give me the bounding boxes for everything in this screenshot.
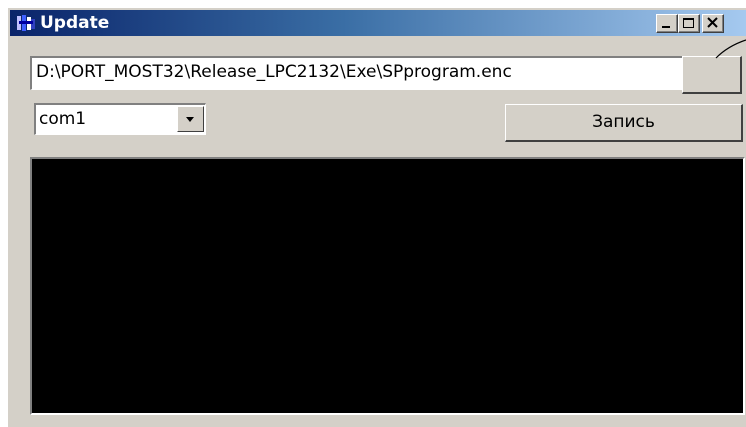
chevron-down-icon <box>186 117 194 122</box>
title-bar[interactable]: Update <box>10 10 746 36</box>
dropdown-button[interactable] <box>177 106 204 132</box>
browse-button[interactable] <box>682 56 742 94</box>
com-port-value: com1 <box>39 109 87 129</box>
update-window: Update D:\PORT_MOST32\Release_LPC2132\Ex… <box>6 6 746 427</box>
window-title: Update <box>40 13 110 33</box>
com-port-select[interactable]: com1 <box>34 103 206 135</box>
app-icon <box>16 14 36 32</box>
maximize-button[interactable] <box>678 14 700 33</box>
minimize-button[interactable] <box>656 14 678 33</box>
minimize-icon <box>662 26 670 28</box>
write-button[interactable]: Запись <box>505 104 743 142</box>
output-console <box>30 157 745 415</box>
file-path-input[interactable]: D:\PORT_MOST32\Release_LPC2132\Exe\SPpro… <box>30 56 696 90</box>
close-button[interactable] <box>702 14 724 33</box>
maximize-icon <box>683 18 694 28</box>
close-icon <box>707 17 718 28</box>
